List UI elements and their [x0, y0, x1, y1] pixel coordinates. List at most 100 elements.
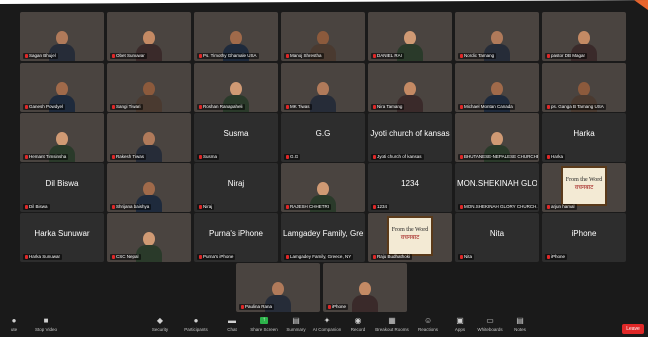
participant-name-label: RAJESH CHHETRI	[284, 204, 332, 210]
participant-name: arjun hamal	[551, 204, 575, 209]
video-button[interactable]: ■ Stop Video	[26, 317, 66, 333]
participant-name: RAJESH CHHETRI	[290, 204, 330, 209]
muted-mic-icon	[286, 104, 289, 109]
participant-tile[interactable]: Harka Sunuwar Harka Sunuwar	[20, 213, 104, 262]
muted-mic-icon	[460, 254, 463, 259]
muted-mic-icon	[460, 204, 463, 209]
participant-tile[interactable]: iPhone iPhone	[542, 213, 626, 262]
participant-tile[interactable]: Shrijana baishya	[107, 163, 191, 212]
participant-tile[interactable]: From the Word वचनबाट Raju Budhathoki	[368, 213, 452, 262]
leave-button[interactable]: Leave	[622, 324, 644, 334]
participant-tile[interactable]: ps. Ganga B Tamang USA	[542, 63, 626, 112]
participant-name: Paulina Rana	[245, 304, 273, 309]
participant-name: Sangi Tiwari	[116, 104, 141, 109]
participant-tile[interactable]: RAJESH CHHETRI	[281, 163, 365, 212]
participant-tile[interactable]: Ps. Timothy Ghamale USA	[194, 12, 278, 61]
participant-display-name: Harka Sunuwar	[34, 229, 90, 238]
participant-tile[interactable]: Niraj Niraj	[194, 163, 278, 212]
participant-tile[interactable]: From the Word वचनबाट arjun hamal	[542, 163, 626, 212]
participant-name-label: DANIEL RAI	[371, 53, 404, 59]
toolbar-label: Security	[151, 327, 169, 332]
participant-tile[interactable]: iPhone	[323, 263, 407, 312]
participant-tile[interactable]: Sagan Bhujel	[20, 12, 104, 61]
participant-name-label: Hemant Timsinsha	[23, 154, 69, 160]
participant-name-label: iPhone	[326, 304, 349, 310]
participant-tile[interactable]: CSC Nepal	[107, 213, 191, 262]
participant-name-label: Raju Budhathoki	[371, 254, 413, 260]
participant-tile[interactable]: G.G G.G	[281, 113, 365, 162]
participant-tile[interactable]: 1234 1234	[368, 163, 452, 212]
whiteboard-icon: ▭	[486, 316, 494, 325]
participant-tile[interactable]: MK Tiwas	[281, 63, 365, 112]
book-title: From the Word	[391, 227, 429, 233]
participant-tile[interactable]: Lamgadey Family, Gre... Lamgadey Family, …	[281, 213, 365, 262]
participant-tile[interactable]: Nira Tamang	[368, 63, 452, 112]
participant-tile[interactable]: Susma Susma	[194, 113, 278, 162]
participant-tile[interactable]: BHUTANESE-NEPALESE CHURCHE...	[455, 113, 539, 162]
participant-display-name: Harka	[573, 129, 595, 138]
muted-mic-icon	[328, 304, 331, 309]
participant-name-label: iPhone	[545, 254, 568, 260]
participant-display-name: MON.SHEKINAH GLO...	[457, 179, 537, 188]
muted-mic-icon	[286, 154, 289, 159]
participant-name: G.G	[290, 154, 299, 159]
muted-mic-icon	[199, 154, 202, 159]
participant-tile[interactable]: Harka Harka	[542, 113, 626, 162]
book-image: From the Word वचनबाट	[561, 166, 607, 206]
breakout-rooms-button[interactable]: ▦ Breakout Rooms	[372, 316, 412, 333]
participant-name-label: Obet Sunuwar	[110, 53, 147, 59]
participant-tile[interactable]: Roshan Ranapaheli	[194, 63, 278, 112]
participant-name: Obet Sunuwar	[116, 53, 145, 58]
participant-tile[interactable]: Michael Montan Canada	[455, 63, 539, 112]
participant-tile[interactable]: Purna's iPhone Purna's iPhone	[194, 213, 278, 262]
participant-name-label: Roshan Ranapaheli	[197, 104, 245, 110]
participant-tile[interactable]: Nita Nita	[455, 213, 539, 262]
participant-name: MON.SHEKINAH GLORY CHURCH...	[464, 204, 538, 209]
participant-tile[interactable]: Paulina Rana	[236, 263, 320, 312]
participant-tile[interactable]: Manoj Shrestha	[281, 12, 365, 61]
shield-button[interactable]: ◆ Security	[140, 317, 180, 333]
participant-tile[interactable]: Dil Biswa Dil Biswa	[20, 163, 104, 212]
participant-name-label: Nira Tamang	[371, 104, 405, 110]
participant-display-name: iPhone	[571, 229, 597, 238]
participant-name-label: Nita	[458, 254, 475, 260]
participant-name-label: BHUTANESE-NEPALESE CHURCHE...	[458, 154, 538, 160]
muted-mic-icon	[547, 254, 550, 259]
participant-name-label: MON.SHEKINAH GLORY CHURCH...	[458, 204, 538, 210]
participant-tile[interactable]: Obet Sunuwar	[107, 12, 191, 61]
breakout-rooms-icon: ▦	[388, 316, 396, 325]
participant-name-label: MK Tiwas	[284, 104, 312, 110]
participant-name: Sagan Bhujel	[29, 53, 56, 58]
participant-tile[interactable]: Rakesh Tiwas	[107, 113, 191, 162]
participant-name-label: Niraj	[197, 204, 215, 210]
participant-tile[interactable]: Hemant Timsinsha	[20, 113, 104, 162]
muted-mic-icon	[241, 304, 244, 309]
participant-name-label: Jyoti church of kansas	[371, 154, 424, 160]
chat-icon: ▬	[228, 316, 236, 325]
participant-name-label: Sagan Bhujel	[23, 53, 58, 59]
muted-mic-icon	[460, 104, 463, 109]
participant-tile[interactable]: Sangi Tiwari	[107, 63, 191, 112]
participant-name: iPhone	[332, 304, 347, 309]
participant-name: BHUTANESE-NEPALESE CHURCHE...	[464, 154, 538, 159]
notes-button[interactable]: ▤ Notes	[500, 317, 540, 333]
participant-tile[interactable]: Jyoti church of kansas Jyoti church of ka…	[368, 113, 452, 162]
participant-name: Roshan Ranapaheli	[203, 104, 243, 109]
participant-tile[interactable]: DANIEL RAI	[368, 12, 452, 61]
book-title: From the Word	[565, 177, 603, 183]
participant-name-label: Harka	[545, 154, 566, 160]
participant-tile[interactable]: pastor DB Magar	[542, 12, 626, 61]
participant-name: Purna's iPhone	[203, 254, 234, 259]
muted-mic-icon	[547, 154, 550, 159]
participants-button[interactable]: ● Participants	[176, 317, 216, 333]
muted-mic-icon	[25, 53, 28, 58]
muted-mic-icon	[373, 154, 376, 159]
muted-mic-icon	[460, 53, 463, 58]
participant-tile[interactable]: Nordic Tamang	[455, 12, 539, 61]
participant-tile[interactable]: MON.SHEKINAH GLO... MON.SHEKINAH GLORY CH…	[455, 163, 539, 212]
participant-display-name: Niraj	[227, 179, 245, 188]
participant-name-label: arjun hamal	[545, 204, 577, 210]
participant-grid: Sagan Bhujel Obet Sunuwar Ps. Timothy Gham…	[20, 12, 626, 312]
participant-display-name: Nita	[489, 229, 505, 238]
participant-tile[interactable]: Ganesh Powdyel	[20, 63, 104, 112]
